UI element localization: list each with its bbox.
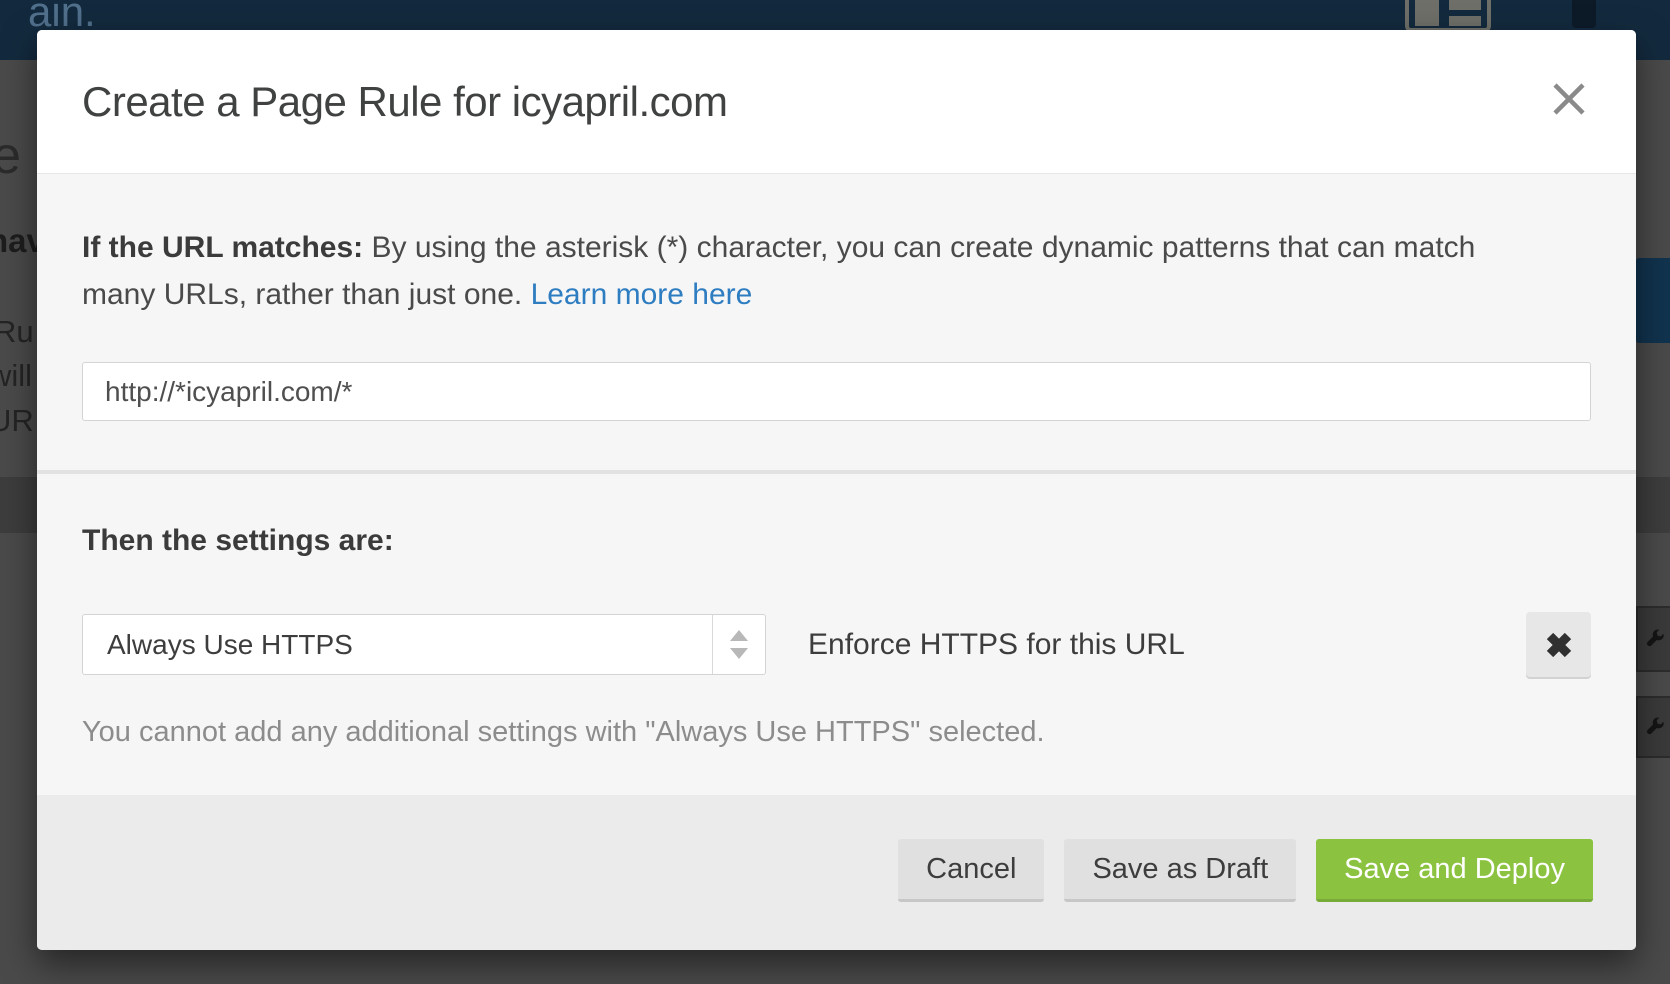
- modal-title: Create a Page Rule for icyapril.com: [82, 78, 727, 126]
- setting-select[interactable]: Always Use HTTPS: [82, 614, 766, 675]
- modal-footer: Cancel Save as Draft Save and Deploy: [37, 795, 1636, 950]
- dimmed-table-header-band: [1636, 477, 1670, 533]
- setting-description: Enforce HTTPS for this URL: [808, 628, 1185, 662]
- arrow-down-icon: [730, 648, 748, 659]
- dimmed-wrench-button: [1636, 696, 1670, 758]
- arrow-up-icon: [730, 630, 748, 641]
- save-and-deploy-button[interactable]: Save and Deploy: [1316, 839, 1593, 902]
- url-match-section: If the URL matches: By using the asteris…: [37, 173, 1636, 470]
- setting-select-value: Always Use HTTPS: [83, 615, 712, 674]
- url-match-description: If the URL matches: By using the asteris…: [82, 224, 1591, 318]
- modal-header: Create a Page Rule for icyapril.com: [37, 30, 1636, 173]
- url-match-label: If the URL matches:: [82, 231, 363, 264]
- select-spinner-icon: [712, 615, 765, 674]
- close-button[interactable]: [1546, 76, 1592, 122]
- setting-row: Always Use HTTPS Enforce HTTPS for this …: [82, 612, 1591, 677]
- url-match-text-line2: many URLs, rather than just one.: [82, 278, 531, 311]
- remove-setting-button[interactable]: [1526, 612, 1591, 677]
- url-pattern-input[interactable]: [82, 362, 1591, 421]
- settings-section: Then the settings are: Always Use HTTPS …: [37, 470, 1636, 795]
- wrench-icon: [1644, 716, 1666, 738]
- learn-more-link[interactable]: Learn more here: [531, 278, 753, 311]
- background-text-fragment: e: [0, 126, 21, 186]
- close-icon: [1546, 76, 1592, 122]
- create-page-rule-modal: Create a Page Rule for icyapril.com If t…: [37, 30, 1636, 950]
- save-as-draft-button[interactable]: Save as Draft: [1064, 839, 1296, 902]
- background-text-fragment: will: [0, 358, 32, 394]
- url-match-text-line1: By using the asterisk (*) character, you…: [363, 231, 1475, 264]
- phone-icon: [1572, 0, 1596, 28]
- cancel-button[interactable]: Cancel: [898, 839, 1044, 902]
- remove-icon: [1543, 629, 1575, 661]
- dimmed-wrench-button: [1636, 606, 1670, 672]
- background-text-fragment: UR: [0, 403, 34, 439]
- background-text-fragment: Ru: [0, 314, 34, 350]
- settings-heading: Then the settings are:: [82, 524, 1591, 558]
- wrench-icon: [1644, 628, 1666, 650]
- settings-note: You cannot add any additional settings w…: [82, 716, 1591, 749]
- dimmed-table-header-band: [0, 477, 37, 533]
- layout-icon: [1405, 0, 1491, 32]
- dimmed-button-fragment: [1636, 258, 1670, 343]
